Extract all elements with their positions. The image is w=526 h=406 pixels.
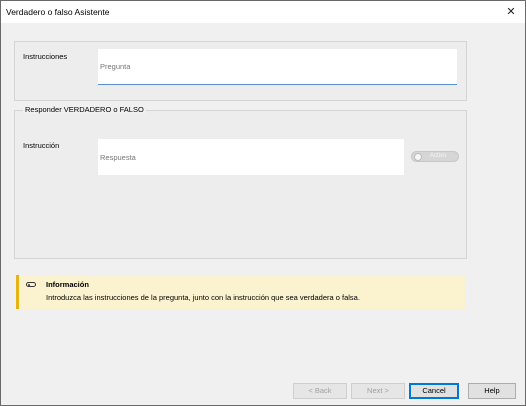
answer-group-caption: Responder VERDADERO o FALSO [23,105,146,114]
info-heading: Información [46,280,89,289]
toggle-icon [26,282,36,287]
info-banner: Información Introduzca las instrucciones… [16,275,465,309]
active-toggle[interactable]: Activo [411,151,459,162]
instructions-panel: Instrucciones [14,41,467,101]
next-button[interactable]: Next > [351,383,405,399]
cancel-button[interactable]: Cancel [409,383,459,399]
answer-group: Responder VERDADERO o FALSO Instrucción … [14,105,467,259]
instructions-label: Instrucciones [23,52,68,61]
info-text: Introduzca las instrucciones de la pregu… [46,293,360,302]
wizard-window: Verdadero o falso Asistente ✕ Instruccio… [0,0,526,406]
help-button[interactable]: Help [468,383,516,399]
toggle-knob [414,153,422,161]
toggle-label: Activo [430,153,447,159]
title-bar: Verdadero o falso Asistente ✕ [1,1,525,23]
back-button[interactable]: < Back [293,383,347,399]
window-title: Verdadero o falso Asistente [6,7,110,17]
answer-input[interactable] [98,139,404,175]
answer-label: Instrucción [23,141,60,150]
question-input[interactable] [98,49,457,85]
close-icon[interactable]: ✕ [497,1,525,23]
